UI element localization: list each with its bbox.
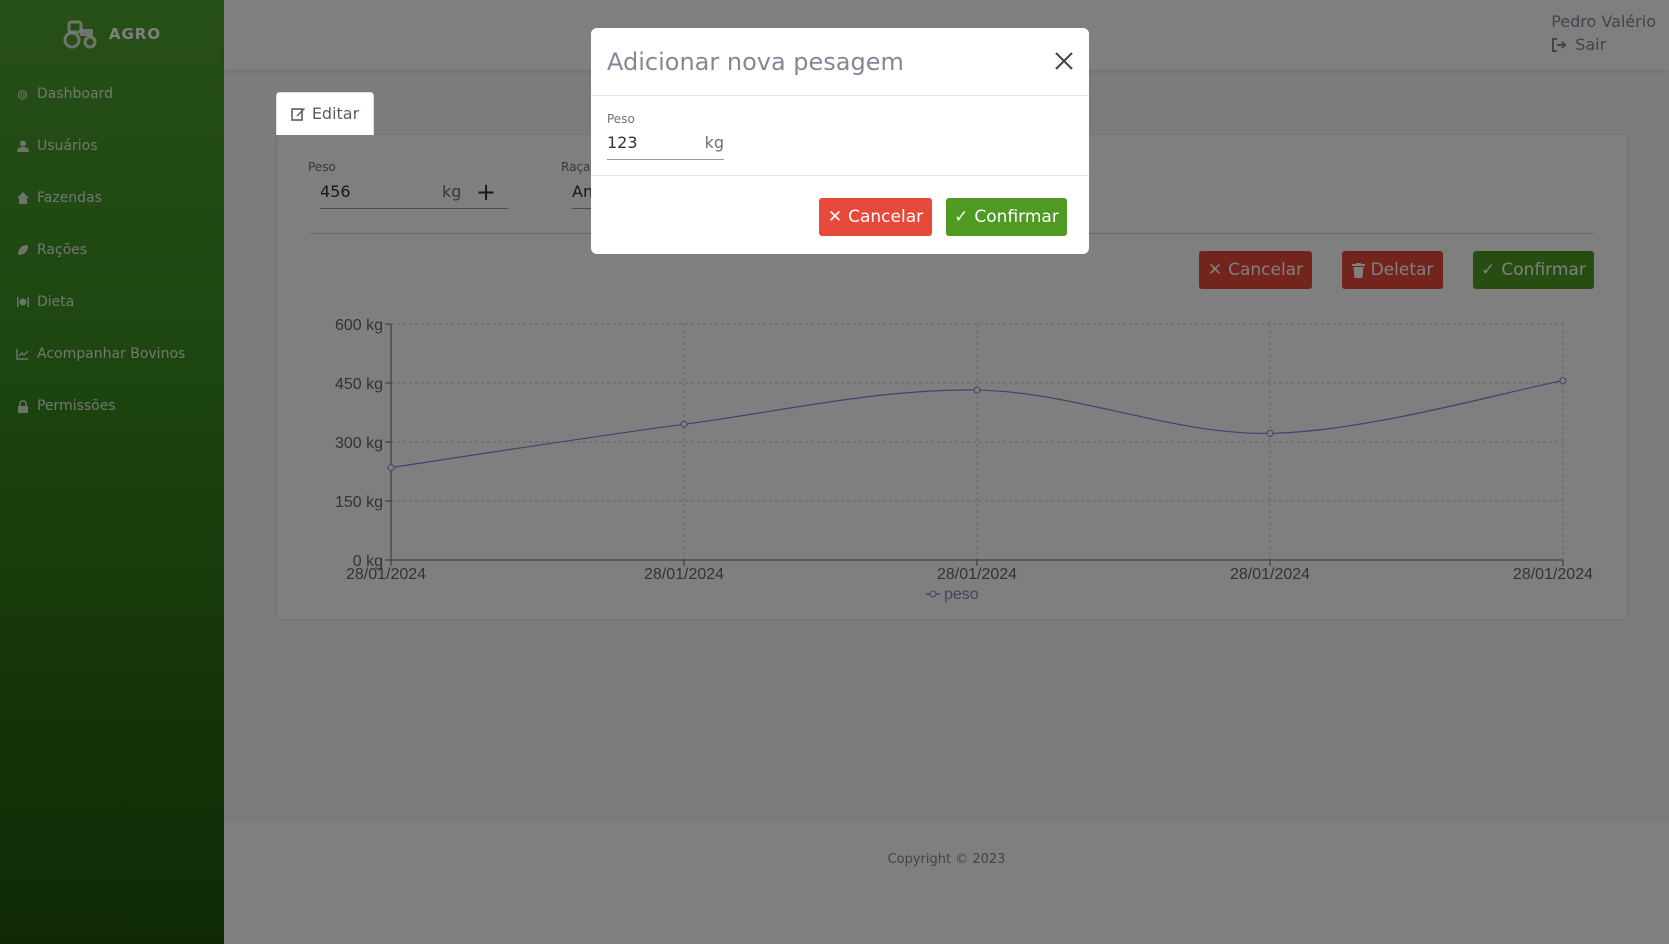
modal-cancel-label: Cancelar — [848, 207, 924, 227]
times-icon: ✕ — [827, 207, 843, 227]
check-icon: ✓ — [954, 207, 969, 227]
modal-confirm-label: Confirmar — [974, 207, 1059, 227]
tab-label: Editar — [311, 104, 360, 123]
close-icon[interactable] — [1055, 49, 1073, 75]
modal-footer: ✕ Cancelar ✓ Confirmar — [591, 176, 1089, 254]
modal-body: Peso 123 kg — [591, 96, 1089, 176]
modal-peso-unit: kg — [704, 133, 724, 152]
modal-peso-input[interactable]: 123 — [607, 133, 705, 152]
modal-header: Adicionar nova pesagem — [591, 28, 1089, 96]
tab-editar[interactable]: Editar — [276, 92, 374, 135]
modal-confirm-button[interactable]: ✓ Confirmar — [946, 198, 1067, 236]
modal-peso-field: 123 kg — [607, 126, 724, 160]
modal-title: Adicionar nova pesagem — [607, 47, 904, 76]
edit-icon — [291, 108, 305, 121]
add-weighing-modal: Adicionar nova pesagem Peso 123 kg ✕ Can… — [591, 28, 1089, 254]
modal-cancel-button[interactable]: ✕ Cancelar — [819, 198, 932, 236]
modal-peso-label: Peso — [607, 112, 635, 126]
